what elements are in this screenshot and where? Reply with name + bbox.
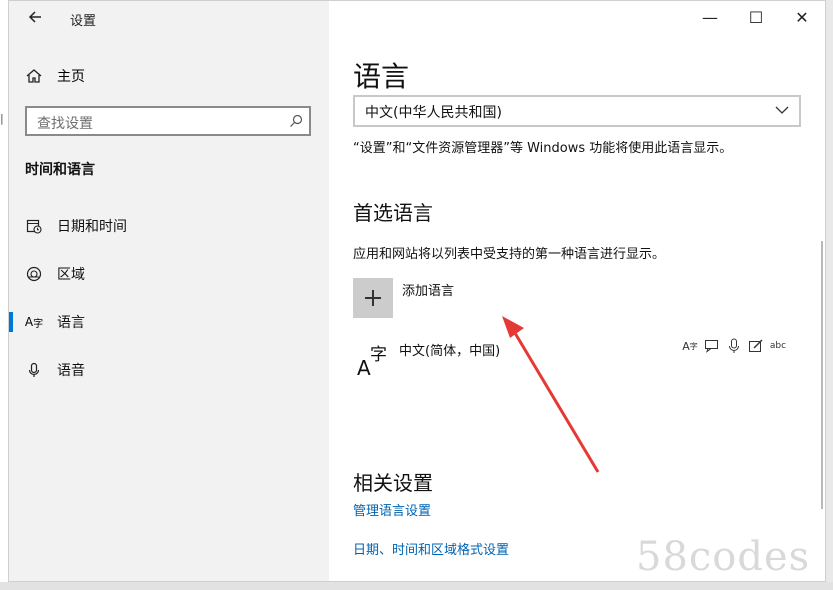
spell-check-icon: abc [769,341,787,351]
search-placeholder: 查找设置 [37,116,93,132]
sidebar: 设置 主页 查找设置 时间和语言 日期和时间 区域 A字 语言 语音 [9,1,329,581]
app-title: 设置 [70,14,97,29]
search-input[interactable]: 查找设置 [25,106,311,136]
manage-language-settings-link[interactable]: 管理语言设置 [353,500,431,519]
handwriting-icon [747,337,765,355]
settings-window: 设置 主页 查找设置 时间和语言 日期和时间 区域 A字 语言 语音 — ☐ ✕… [8,0,826,582]
sidebar-item-date-time[interactable]: 日期和时间 [9,208,329,244]
add-language-button[interactable] [353,278,393,318]
display-language-description: “设置”和“文件资源管理器”等 Windows 功能将使用此语言显示。 [353,141,733,156]
language-list-item[interactable]: A 字 中文(简体，中国) A字 abc [353,337,803,385]
maximize-button[interactable]: ☐ [733,7,779,29]
display-language-icon: A字 [682,339,698,353]
related-settings-heading: 相关设置 [353,471,433,495]
scrollbar[interactable] [821,241,823,509]
section-title: 时间和语言 [25,162,95,178]
desktop-edge [0,582,833,590]
sidebar-item-speech[interactable]: 语音 [9,352,329,388]
sidebar-item-language[interactable]: A字 语言 [9,304,329,340]
calendar-clock-icon [25,217,43,235]
language-icon: A字 [24,315,44,330]
svg-text:字: 字 [370,345,387,365]
home-icon [26,69,42,83]
search-icon [290,114,303,127]
add-language-label[interactable]: 添加语言 [402,280,454,299]
display-language-value: 中文(中华人民共和国) [365,105,502,121]
language-icon: A 字 [357,345,387,380]
microphone-icon [725,337,743,355]
language-name: 中文(简体，中国) [399,344,501,359]
display-language-dropdown[interactable]: 中文(中华人民共和国) [353,95,801,127]
sidebar-item-label: 日期和时间 [57,219,127,235]
home-nav[interactable]: 主页 [25,65,85,87]
chevron-down-icon [775,106,789,114]
preferred-languages-heading: 首选语言 [353,201,433,225]
back-arrow-icon [28,11,41,23]
close-button[interactable]: ✕ [779,7,825,29]
main-content: — ☐ ✕ 语言 中文(中华人民共和国) “设置”和“文件资源管理器”等 Win… [329,1,825,581]
page-title: 语言 [353,60,410,93]
sidebar-item-label: 语音 [57,363,85,379]
background-window-fragment: | [0,112,4,125]
sidebar-item-label: 语言 [57,315,85,331]
minimize-button[interactable]: — [687,7,733,29]
watermark: 58codes [636,534,811,580]
sidebar-item-region[interactable]: 区域 [9,256,329,292]
background-window-edge: | [0,0,8,590]
globe-icon [25,265,43,283]
date-time-region-formatting-link[interactable]: 日期、时间和区域格式设置 [353,539,509,558]
sidebar-item-label: 区域 [57,267,85,283]
preferred-languages-description: 应用和网站将以列表中受支持的第一种语言进行显示。 [353,247,666,262]
svg-text:A: A [357,356,371,380]
home-label: 主页 [57,69,85,85]
back-button[interactable] [25,9,45,27]
microphone-icon [25,361,43,379]
speech-bubble-icon [703,337,721,355]
